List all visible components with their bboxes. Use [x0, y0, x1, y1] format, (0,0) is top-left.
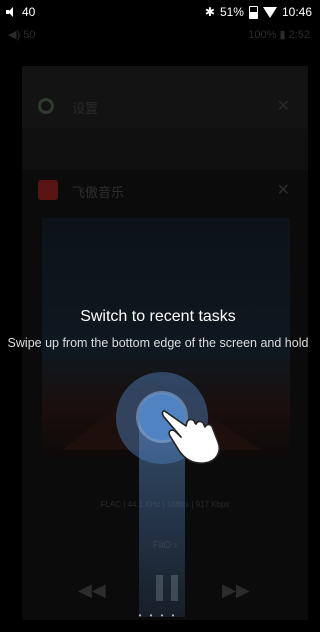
speaker-icon: [6, 7, 18, 17]
hand-pointer-icon: [161, 410, 220, 464]
system-indicators: ✱ 51% 10:46: [205, 5, 312, 19]
settings-card-title: 设置: [72, 101, 99, 116]
background-battery-time: 100% ▮ 2:52: [248, 29, 310, 41]
close-icon[interactable]: ✕: [277, 96, 290, 116]
previous-icon[interactable]: ◀◀: [78, 580, 106, 601]
bluetooth-icon: ✱: [204, 5, 215, 19]
background-status-bar: ◀) 50 100% ▮ 2:52: [0, 24, 316, 44]
wifi-icon: [262, 6, 277, 18]
background-volume: ◀) 50: [8, 29, 36, 41]
page-indicator: • • • •: [138, 611, 178, 620]
status-bar: 40 ✱ 51% 10:46: [0, 0, 316, 22]
battery-percent: 51%: [219, 5, 244, 19]
volume-level: 40: [22, 5, 36, 19]
gear-icon: [38, 98, 54, 114]
tutorial-subtitle: Swipe up from the bottom edge of the scr…: [7, 336, 309, 350]
next-icon[interactable]: ▶▶: [222, 580, 250, 601]
clock: 10:46: [281, 5, 312, 19]
battery-icon: [248, 5, 258, 19]
music-card-title: 飞傲音乐: [72, 185, 125, 200]
volume-indicator: 40: [6, 5, 35, 19]
tutorial-title: Switch to recent tasks: [80, 308, 236, 325]
music-app-icon: [38, 180, 58, 200]
close-icon[interactable]: ✕: [277, 180, 290, 200]
